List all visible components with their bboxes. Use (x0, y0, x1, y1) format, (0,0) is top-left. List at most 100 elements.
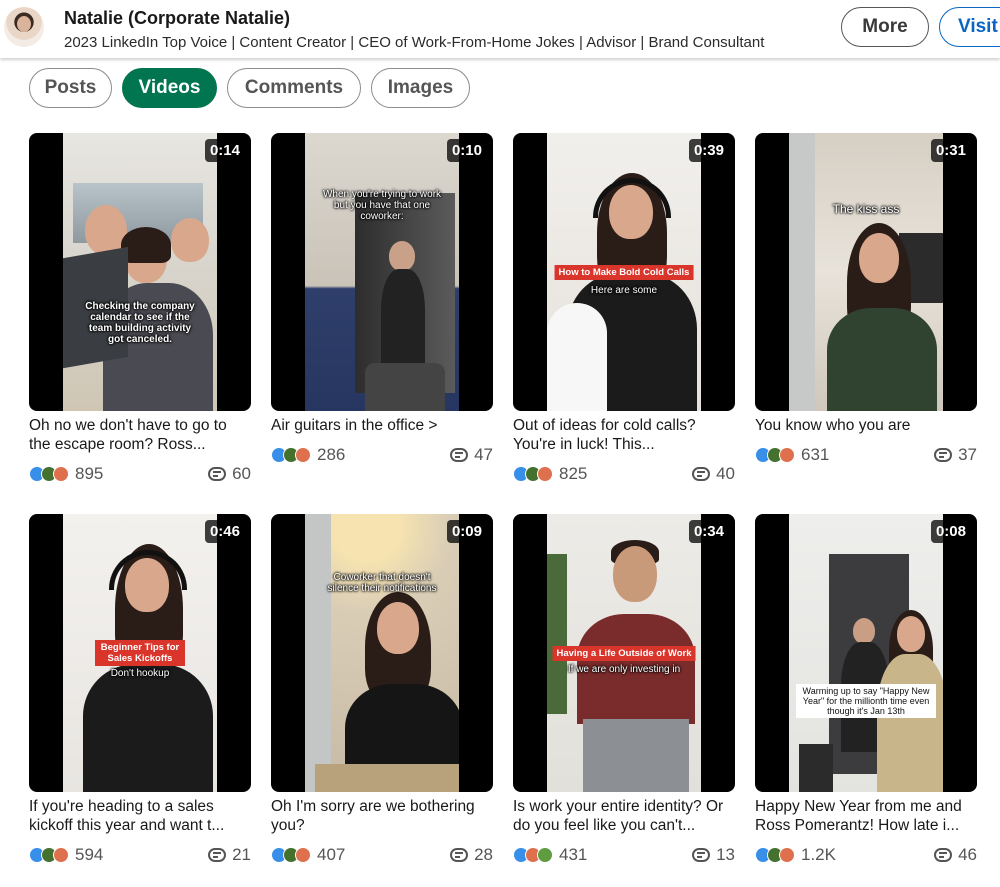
reaction-count: 286 (317, 445, 346, 464)
video-stats: 1.2K 46 (755, 845, 977, 867)
video-stats: 631 37 (755, 445, 977, 467)
reactions[interactable]: 594 (29, 845, 103, 865)
video-card[interactable]: Checking the company calendar to see if … (29, 133, 251, 486)
video-card[interactable]: Beginner Tips for Sales Kickoffs Don't h… (29, 514, 251, 867)
video-caption-overlay: Beginner Tips for Sales Kickoffs (95, 640, 185, 666)
profile-name[interactable]: Natalie (Corporate Natalie) (64, 8, 290, 29)
video-stats: 825 40 (513, 464, 735, 486)
video-duration: 0:46 (204, 520, 245, 543)
video-thumbnail[interactable]: Warming up to say "Happy New Year" for t… (755, 514, 977, 792)
video-title[interactable]: Happy New Year from me and Ross Pomerant… (755, 797, 977, 835)
comments[interactable]: 40 (692, 464, 735, 484)
video-thumbnail[interactable]: Coworker that doesn't silence their noti… (271, 514, 493, 792)
comment-icon (208, 848, 227, 862)
comment-count: 28 (474, 845, 493, 864)
comments[interactable]: 28 (450, 845, 493, 865)
comment-icon (934, 448, 953, 462)
video-title[interactable]: Oh I'm sorry are we bothering you? (271, 797, 493, 835)
comment-icon (450, 448, 469, 462)
reactions[interactable]: 286 (271, 445, 345, 465)
comment-count: 47 (474, 445, 493, 464)
reaction-count: 631 (801, 445, 830, 464)
reactions[interactable]: 431 (513, 845, 587, 865)
comment-icon (692, 848, 711, 862)
video-stats: 407 28 (271, 845, 493, 867)
video-stats: 594 21 (29, 845, 251, 867)
comments[interactable]: 60 (208, 464, 251, 484)
profile-header: Natalie (Corporate Natalie) 2023 LinkedI… (0, 0, 1000, 58)
comment-count: 60 (232, 464, 251, 483)
comment-count: 37 (958, 445, 977, 464)
reaction-count: 895 (75, 464, 104, 483)
video-caption-overlay: Having a Life Outside of Work (552, 646, 696, 661)
video-card[interactable]: How to Make Bold Cold Calls Here are som… (513, 133, 735, 486)
comment-count: 40 (716, 464, 735, 483)
comment-count: 21 (232, 845, 251, 864)
comment-icon (208, 467, 227, 481)
profile-headline: 2023 LinkedIn Top Voice | Content Creato… (64, 34, 765, 51)
more-button[interactable]: More (841, 7, 929, 47)
love-icon (295, 847, 311, 863)
video-card[interactable]: Having a Life Outside of Work If we are … (513, 514, 735, 867)
video-card[interactable]: The kiss ass 0:31 You know who you are 6… (755, 133, 977, 467)
video-title[interactable]: Is work your entire identity? Or do you … (513, 797, 735, 835)
video-duration: 0:10 (446, 139, 487, 162)
video-duration: 0:08 (930, 520, 971, 543)
video-thumbnail[interactable]: Beginner Tips for Sales Kickoffs Don't h… (29, 514, 251, 792)
video-card[interactable]: Warming up to say "Happy New Year" for t… (755, 514, 977, 867)
comment-icon (450, 848, 469, 862)
filter-posts[interactable]: Posts (29, 68, 112, 108)
reactions[interactable]: 895 (29, 464, 103, 484)
video-stats: 895 60 (29, 464, 251, 486)
reactions[interactable]: 631 (755, 445, 829, 465)
reaction-count: 1.2K (801, 845, 836, 864)
video-thumbnail[interactable]: When you're trying to work but you have … (271, 133, 493, 411)
filter-comments[interactable]: Comments (227, 68, 361, 108)
video-caption-overlay: When you're trying to work but you have … (322, 189, 442, 222)
comment-count: 46 (958, 845, 977, 864)
comments[interactable]: 13 (692, 845, 735, 865)
comments[interactable]: 46 (934, 845, 977, 865)
video-thumbnail[interactable]: Having a Life Outside of Work If we are … (513, 514, 735, 792)
filter-images[interactable]: Images (371, 68, 470, 108)
filter-videos[interactable]: Videos (122, 68, 217, 108)
video-duration: 0:09 (446, 520, 487, 543)
reactions[interactable]: 825 (513, 464, 587, 484)
love-icon (537, 466, 553, 482)
love-icon (53, 847, 69, 863)
love-icon (779, 847, 795, 863)
video-caption-overlay: How to Make Bold Cold Calls (554, 265, 694, 280)
video-caption-overlay: The kiss ass (832, 202, 900, 216)
video-card[interactable]: When you're trying to work but you have … (271, 133, 493, 467)
video-duration: 0:14 (204, 139, 245, 162)
video-stats: 286 47 (271, 445, 493, 467)
video-thumbnail[interactable]: Checking the company calendar to see if … (29, 133, 251, 411)
video-title[interactable]: If you're heading to a sales kickoff thi… (29, 797, 251, 835)
reaction-count: 407 (317, 845, 346, 864)
visit-button[interactable]: Visit (939, 7, 1000, 47)
video-duration: 0:31 (930, 139, 971, 162)
love-icon (295, 447, 311, 463)
comments[interactable]: 37 (934, 445, 977, 465)
comment-icon (934, 848, 953, 862)
video-caption-overlay: Coworker that doesn't silence their noti… (327, 572, 437, 594)
comment-icon (692, 467, 711, 481)
reactions[interactable]: 407 (271, 845, 345, 865)
video-caption-subtitle: If we are only investing in (567, 664, 681, 675)
video-thumbnail[interactable]: The kiss ass 0:31 (755, 133, 977, 411)
video-thumbnail[interactable]: How to Make Bold Cold Calls Here are som… (513, 133, 735, 411)
video-duration: 0:39 (688, 139, 729, 162)
video-card[interactable]: Coworker that doesn't silence their noti… (271, 514, 493, 867)
video-title[interactable]: Out of ideas for cold calls? You're in l… (513, 416, 735, 454)
reactions[interactable]: 1.2K (755, 845, 836, 865)
reaction-count: 431 (559, 845, 588, 864)
video-duration: 0:34 (688, 520, 729, 543)
comments[interactable]: 21 (208, 845, 251, 865)
comments[interactable]: 47 (450, 445, 493, 465)
reaction-count: 594 (75, 845, 104, 864)
love-icon (53, 466, 69, 482)
avatar[interactable] (4, 7, 44, 47)
video-title[interactable]: Oh no we don't have to go to the escape … (29, 416, 251, 454)
video-stats: 431 13 (513, 845, 735, 867)
video-caption-subtitle: Here are some (590, 285, 658, 296)
